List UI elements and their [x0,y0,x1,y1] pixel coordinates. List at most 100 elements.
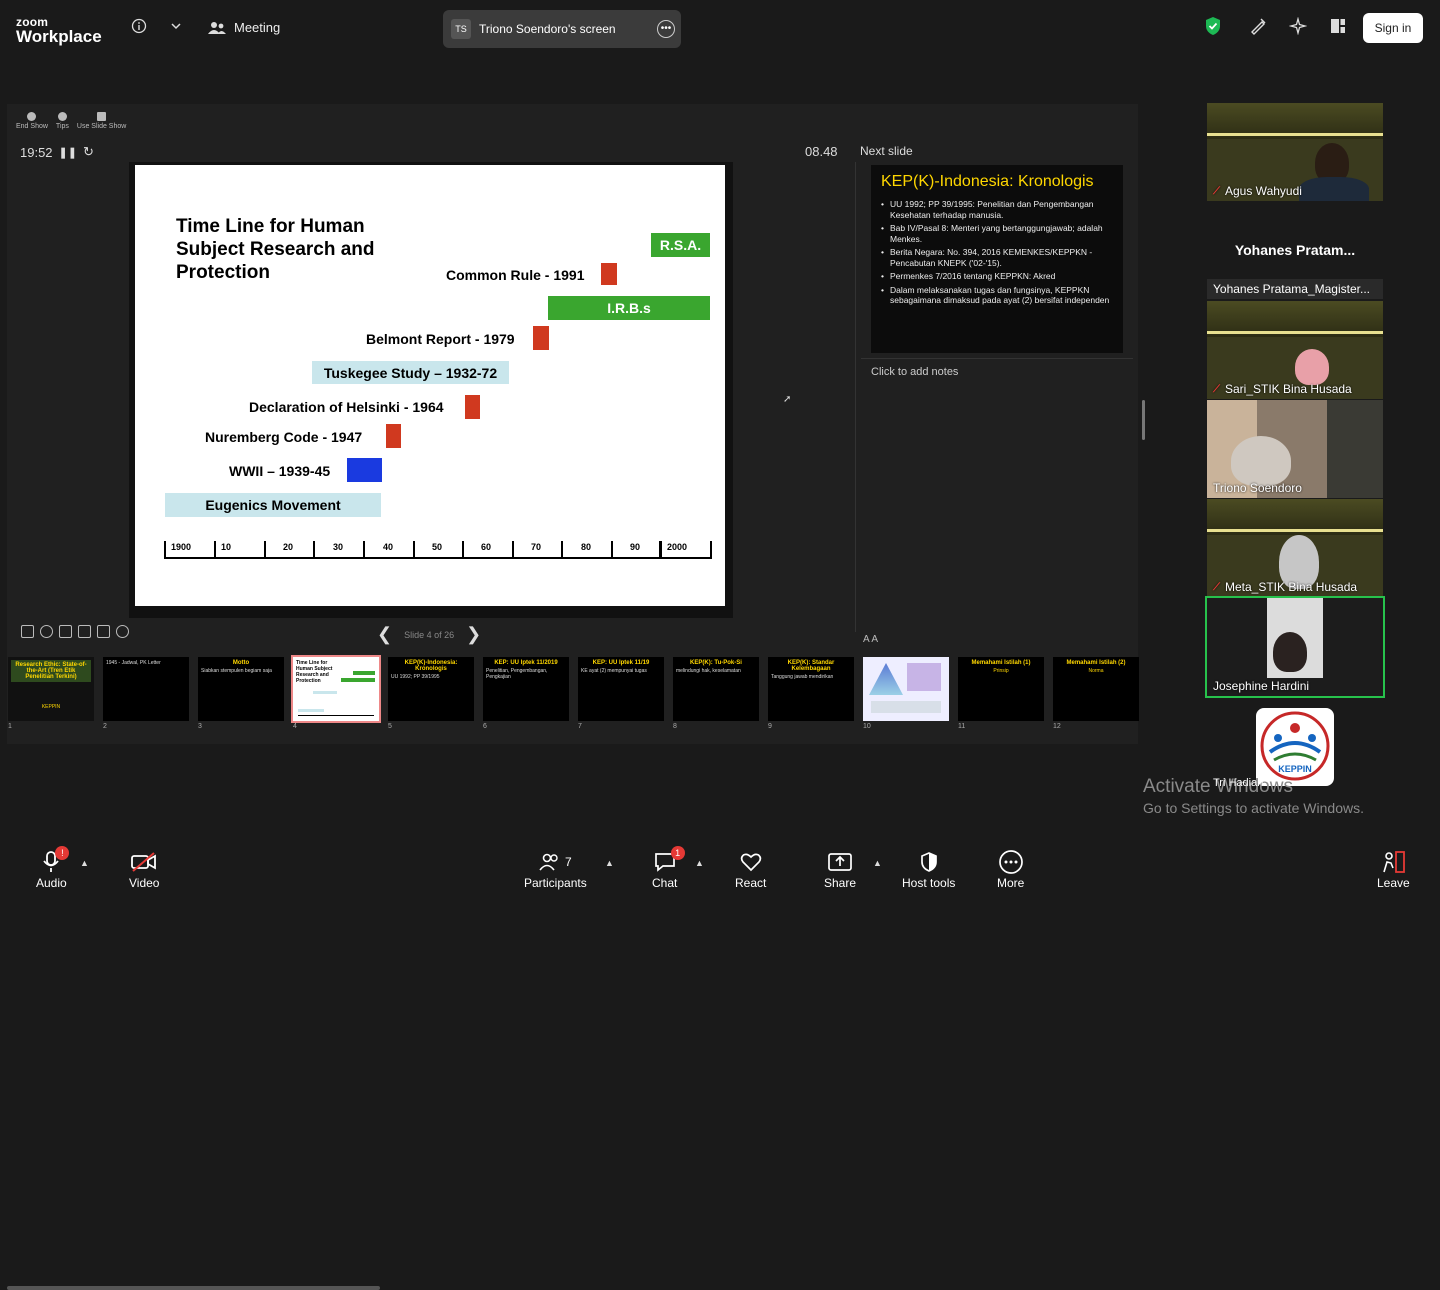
axis-tick-label: 30 [333,542,344,552]
thumbnail[interactable]: KEP: UU Iptek 11/19 KE ayat (2) mempunya… [578,657,664,721]
thumbnail[interactable]: KEP(K): Standar Kelembagaan Tanggung jaw… [768,657,854,721]
bullet-item: Bab IV/Pasal 8: Menteri yang bertanggung… [881,223,1113,244]
more-icon [998,848,1024,876]
next-slide-preview[interactable]: KEP(K)-Indonesia: Kronologis UU 1992; PP… [871,165,1123,353]
view-layout-icon[interactable] [1328,16,1348,36]
audio-button[interactable]: ! Audio [36,846,70,890]
axis-tick-label: 50 [432,542,443,552]
axis-tick-label: 2000 [667,542,688,552]
participant-video[interactable]: ⟋ Sari_STIK Bina Husada [1207,301,1383,399]
security-shield-icon[interactable] [1203,16,1223,36]
participant-name: Triono Soendoro [1213,481,1302,495]
host-tools-button[interactable]: Host tools [902,848,955,890]
thumbnail[interactable]: KEP(K): Tu-Pok-Si melindungi hak, kesela… [673,657,759,721]
host-tools-label: Host tools [902,876,956,890]
pointer-icon[interactable] [59,625,72,638]
zoom-icon[interactable] [40,625,53,638]
participant-name-only[interactable]: Yohanes Pratam... [1207,242,1383,258]
thumb-sub: UU 1992; PP 39/1995 [391,674,440,680]
tool-label: End Show [16,123,48,130]
thumb-number: 4 [293,723,297,730]
leave-icon [1380,848,1406,876]
annotate-icon[interactable] [1248,16,1268,36]
end-show-button[interactable]: End Show [16,112,48,130]
participants-options-caret-icon[interactable]: ▲ [605,858,614,868]
thumb-sub: Siabkan stempulen begiam saja [201,668,272,674]
thumbnail[interactable] [863,657,949,721]
participants-button[interactable]: 7 Participants [524,848,587,890]
participant-name: ⟋ Sari_STIK Bina Husada [1213,382,1352,396]
meeting-button[interactable]: Meeting [208,20,280,35]
chat-button[interactable]: 1 Chat [652,846,685,890]
thumbnail[interactable]: KEP(K)-Indonesia: Kronologis UU 1992; PP… [388,657,474,721]
axis-tick [164,541,166,559]
react-button[interactable]: React [735,848,766,890]
chat-icon: 1 [653,846,685,876]
nuremberg-bar [386,424,401,448]
mic-icon: ! [41,846,70,876]
audio-options-caret-icon[interactable]: ▲ [80,858,89,868]
screen-share-pill[interactable]: TS Triono Soendoro's screen ••• [443,10,681,48]
more-icon[interactable] [116,625,129,638]
shield-icon [919,848,939,876]
thumb-number: 9 [768,723,772,730]
thumbnail[interactable]: Memahami Istilah (2) Norma [1053,657,1139,721]
prev-slide-icon[interactable]: ❮ [377,624,392,645]
pen-icon[interactable] [21,625,34,638]
use-slide-show-button[interactable]: Use Slide Show [77,112,126,130]
thumb-number: 7 [578,723,582,730]
share-button[interactable]: Share [824,848,856,890]
thumbnail[interactable]: 1945 - Jadwal, PK Letter [103,657,189,721]
thumb-sub: Tanggung jawab mendirikan [771,674,834,680]
nuremberg-label: Nuremberg Code - 1947 [205,429,363,445]
participant-name: ⟋ Agus Wahyudi [1213,184,1302,198]
tool-label: Use Slide Show [76,123,127,130]
chat-options-caret-icon[interactable]: ▲ [695,858,704,868]
people-icon [208,21,226,34]
info-icon [57,112,67,121]
audio-label: Audio [36,876,67,890]
axis-tick [561,541,563,559]
participant-video[interactable]: Triono Soendoro [1207,400,1383,498]
participant-name-label: Tri Hadiah [1213,777,1264,789]
common-rule-bar [601,263,617,285]
thumbnail[interactable]: Research Ethic: State-of-the-Art (Tren E… [8,657,94,721]
pause-icon[interactable]: ❚❚ [59,146,77,159]
thumb-title: KEP: UU Iptek 11/19 [592,660,650,666]
bookshelf [1327,400,1383,498]
participant-video[interactable]: ⟋ Meta_STIK Bina Husada [1207,499,1383,597]
chevron-down-icon[interactable] [166,16,186,36]
participant-name-label: Meta_STIK Bina Husada [1225,580,1358,594]
participant-video[interactable]: ⟋ Agus Wahyudi [1207,103,1383,201]
thumbnail-scrollbar[interactable] [7,1286,380,1290]
thumbnail[interactable]: KEP: UU Iptek 11/2019 Penelitian, Pengem… [483,657,569,721]
person-head [1295,349,1329,385]
tips-button[interactable]: Tips [56,112,69,130]
info-icon[interactable] [129,16,149,36]
video-off-icon[interactable] [97,625,110,638]
font-size-controls[interactable]: A A [863,634,878,645]
video-button[interactable]: Video [129,848,159,890]
thumb-sub: Norma [1088,668,1104,674]
participant-avatar[interactable]: KEPPIN [1256,708,1334,786]
axis-tick [462,541,464,559]
participant-video-active[interactable]: Josephine Hardini [1205,596,1385,698]
more-options-icon[interactable]: ••• [657,20,675,38]
reset-icon[interactable]: ↻ [83,144,94,160]
axis-tick [313,541,315,559]
meeting-controls: ! Audio ▲ Video 7 Participants ▲ 1 Chat … [0,842,1440,900]
participants-icon: 7 [539,848,572,876]
panel-resize-handle[interactable] [1142,400,1145,440]
notes-area[interactable]: Click to add notes [871,366,958,378]
leave-button[interactable]: Leave [1377,848,1410,890]
thumbnail-selected[interactable]: Time Line for Human Subject Research and… [291,655,381,723]
subtitles-icon[interactable] [78,625,91,638]
thumbnail[interactable]: Memahami Istilah (1) Prinsip [958,657,1044,721]
more-button[interactable]: More [997,848,1024,890]
ai-companion-icon[interactable] [1288,16,1308,36]
share-options-caret-icon[interactable]: ▲ [873,858,882,868]
axis-tick-label: 80 [581,542,592,552]
next-slide-icon[interactable]: ❯ [466,624,481,645]
thumbnail[interactable]: Motto Siabkan stempulen begiam saja [198,657,284,721]
sign-in-button[interactable]: Sign in [1363,13,1423,43]
